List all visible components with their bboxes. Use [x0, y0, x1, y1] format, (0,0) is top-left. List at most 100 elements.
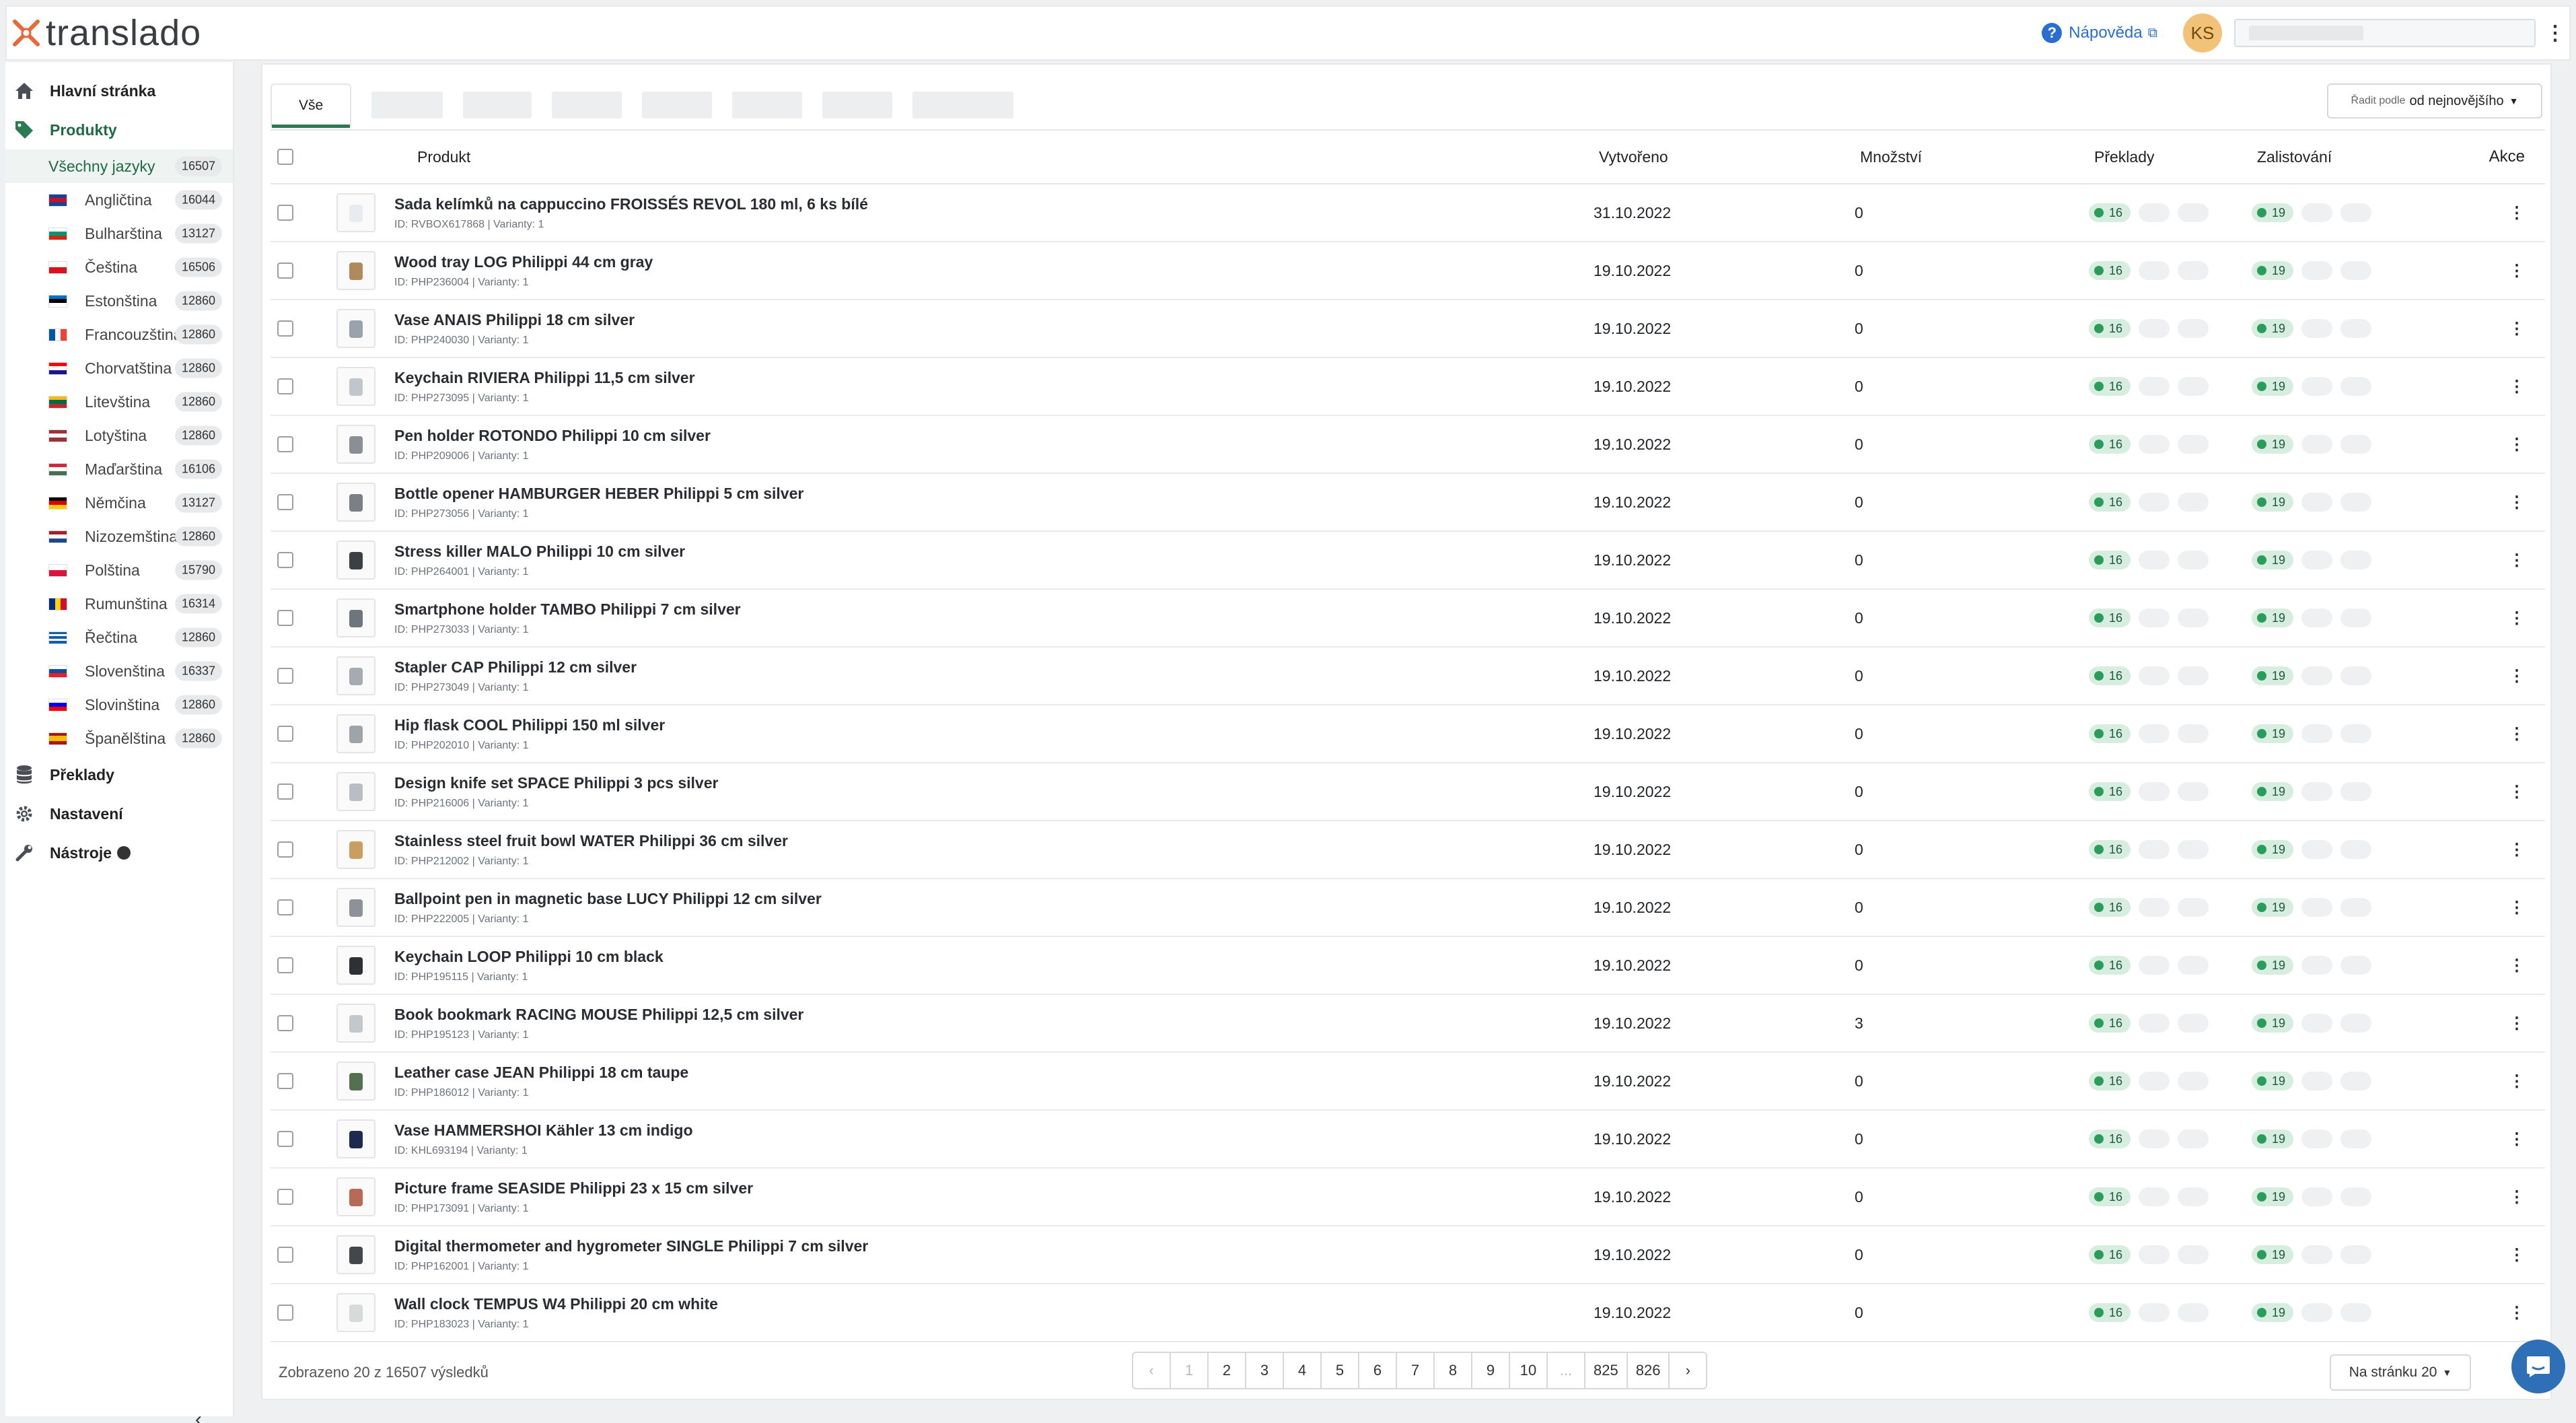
listings-count-badge[interactable]: 19 [2252, 609, 2294, 627]
per-page-select[interactable]: Na stránku 20 ▼ [2330, 1354, 2471, 1391]
collapse-sidebar-icon[interactable]: ‹ [195, 1408, 202, 1423]
product-name[interactable]: Vase ANAIS Philippi 18 cm silver [394, 311, 1594, 329]
avatar[interactable]: KS [2183, 13, 2222, 53]
row-checkbox[interactable] [277, 1189, 293, 1205]
product-name[interactable]: Design knife set SPACE Philippi 3 pcs si… [394, 774, 1594, 792]
product-name[interactable]: Wood tray LOG Philippi 44 cm gray [394, 253, 1594, 271]
page-button[interactable]: 826 [1626, 1352, 1670, 1389]
listings-count-badge[interactable]: 19 [2252, 1187, 2294, 1206]
product-thumbnail[interactable] [336, 541, 375, 580]
product-name[interactable]: Ballpoint pen in magnetic base LUCY Phil… [394, 890, 1594, 908]
row-checkbox[interactable] [277, 552, 293, 568]
translations-count-badge[interactable]: 16 [2089, 840, 2131, 859]
sidebar-item-settings[interactable]: Nastavení [5, 794, 233, 833]
page-button[interactable]: 825 [1584, 1352, 1628, 1389]
product-thumbnail[interactable] [336, 1293, 375, 1332]
product-thumbnail[interactable] [336, 1004, 375, 1043]
sidebar-item-language[interactable]: Estonština 12860 [5, 284, 233, 318]
row-actions-menu[interactable]: ⋮ [2454, 493, 2545, 512]
product-thumbnail[interactable] [336, 714, 375, 753]
row-checkbox[interactable] [277, 784, 293, 800]
page-button[interactable]: 5 [1320, 1352, 1359, 1389]
redacted-tab[interactable] [732, 92, 803, 118]
translations-count-badge[interactable]: 16 [2089, 319, 2131, 338]
row-checkbox[interactable] [277, 726, 293, 742]
table-row[interactable]: Pen holder ROTONDO Philippi 10 cm silver… [271, 416, 2545, 474]
row-actions-menu[interactable]: ⋮ [2454, 551, 2545, 570]
product-name[interactable]: Smartphone holder TAMBO Philippi 7 cm si… [394, 600, 1594, 619]
row-checkbox[interactable] [277, 436, 293, 452]
product-name[interactable]: Sada kelímků na cappuccino FROISSÉS REVO… [394, 195, 1594, 213]
product-name[interactable]: Book bookmark RACING MOUSE Philippi 12,5… [394, 1006, 1594, 1024]
translations-count-badge[interactable]: 16 [2089, 609, 2131, 627]
table-row[interactable]: Stress killer MALO Philippi 10 cm silver… [271, 532, 2545, 590]
page-button[interactable]: 3 [1245, 1352, 1284, 1389]
table-row[interactable]: Ballpoint pen in magnetic base LUCY Phil… [271, 879, 2545, 937]
translations-count-badge[interactable]: 16 [2089, 493, 2131, 512]
tab-all[interactable]: Vše [271, 83, 352, 128]
redacted-tab[interactable] [913, 92, 1014, 118]
page-button[interactable]: 8 [1433, 1352, 1472, 1389]
row-checkbox[interactable] [277, 957, 293, 973]
more-vertical-icon[interactable]: ⋮ [2545, 22, 2565, 45]
translations-count-badge[interactable]: 16 [2089, 1187, 2131, 1206]
row-checkbox[interactable] [277, 899, 293, 915]
table-row[interactable]: Stapler CAP Philippi 12 cm silver ID: PHP… [271, 648, 2545, 705]
row-checkbox[interactable] [277, 1015, 293, 1031]
product-thumbnail[interactable] [336, 309, 375, 348]
product-thumbnail[interactable] [336, 193, 375, 232]
row-actions-menu[interactable]: ⋮ [2454, 377, 2545, 396]
row-actions-menu[interactable]: ⋮ [2454, 956, 2545, 975]
page-button[interactable]: 10 [1509, 1352, 1548, 1389]
table-row[interactable]: Vase ANAIS Philippi 18 cm silver ID: PHP2… [271, 300, 2545, 358]
header-quantity[interactable]: Množství [1860, 148, 2094, 166]
sidebar-item-translations[interactable]: Překlady [5, 755, 233, 794]
row-actions-menu[interactable]: ⋮ [2454, 782, 2545, 802]
next-page-button[interactable]: › [1668, 1352, 1708, 1389]
select-all-checkbox[interactable] [277, 149, 293, 165]
account-selector[interactable] [2234, 19, 2536, 47]
listings-count-badge[interactable]: 19 [2252, 1130, 2294, 1148]
row-checkbox[interactable] [277, 205, 293, 221]
product-name[interactable]: Vase HAMMERSHOI Kähler 13 cm indigo [394, 1121, 1594, 1140]
redacted-tab[interactable] [822, 92, 893, 118]
row-actions-menu[interactable]: ⋮ [2454, 1245, 2545, 1265]
listings-count-badge[interactable]: 19 [2252, 261, 2294, 280]
row-checkbox[interactable] [277, 320, 293, 337]
sidebar-item-language[interactable]: Maďarština 16106 [5, 452, 233, 486]
row-actions-menu[interactable]: ⋮ [2454, 203, 2545, 223]
product-name[interactable]: Pen holder ROTONDO Philippi 10 cm silver [394, 427, 1594, 445]
product-name[interactable]: Picture frame SEASIDE Philippi 23 x 15 c… [394, 1179, 1594, 1198]
prev-page-button[interactable]: ‹ [1132, 1352, 1171, 1389]
listings-count-badge[interactable]: 19 [2252, 898, 2294, 917]
sidebar-item-language[interactable]: Chorvatština 12860 [5, 351, 233, 385]
listings-count-badge[interactable]: 19 [2252, 782, 2294, 801]
row-checkbox[interactable] [277, 1131, 293, 1147]
row-actions-menu[interactable]: ⋮ [2454, 435, 2545, 454]
table-row[interactable]: Digital thermometer and hygrometer SINGL… [271, 1226, 2545, 1284]
product-thumbnail[interactable] [336, 425, 375, 464]
help-link[interactable]: ? Nápověda ⧉ [2042, 23, 2157, 43]
listings-count-badge[interactable]: 19 [2252, 377, 2294, 396]
row-checkbox[interactable] [277, 494, 293, 510]
table-row[interactable]: Keychain RIVIERA Philippi 11,5 cm silver… [271, 358, 2545, 416]
table-row[interactable]: Wall clock TEMPUS W4 Philippi 20 cm whit… [271, 1284, 2545, 1342]
sidebar-item-tools[interactable]: Nástroje [5, 833, 233, 872]
row-checkbox[interactable] [277, 668, 293, 684]
sidebar-item-language[interactable]: Lotyština 12860 [5, 419, 233, 452]
product-name[interactable]: Keychain LOOP Philippi 10 cm black [394, 948, 1594, 966]
product-name[interactable]: Bottle opener HAMBURGER HEBER Philippi 5… [394, 485, 1594, 503]
product-thumbnail[interactable] [336, 946, 375, 985]
sidebar-item-language[interactable]: Němčina 13127 [5, 486, 233, 520]
translations-count-badge[interactable]: 16 [2089, 203, 2131, 222]
translations-count-badge[interactable]: 16 [2089, 1072, 2131, 1090]
sidebar-item-language[interactable]: Řečtina 12860 [5, 621, 233, 654]
row-actions-menu[interactable]: ⋮ [2454, 666, 2545, 686]
redacted-tab[interactable] [371, 92, 443, 118]
sidebar-item-language[interactable]: Slovinština 12860 [5, 688, 233, 722]
product-thumbnail[interactable] [336, 888, 375, 927]
page-button[interactable]: 9 [1471, 1352, 1510, 1389]
translations-count-badge[interactable]: 16 [2089, 377, 2131, 396]
translations-count-badge[interactable]: 16 [2089, 898, 2131, 917]
product-name[interactable]: Hip flask COOL Philippi 150 ml silver [394, 716, 1594, 734]
